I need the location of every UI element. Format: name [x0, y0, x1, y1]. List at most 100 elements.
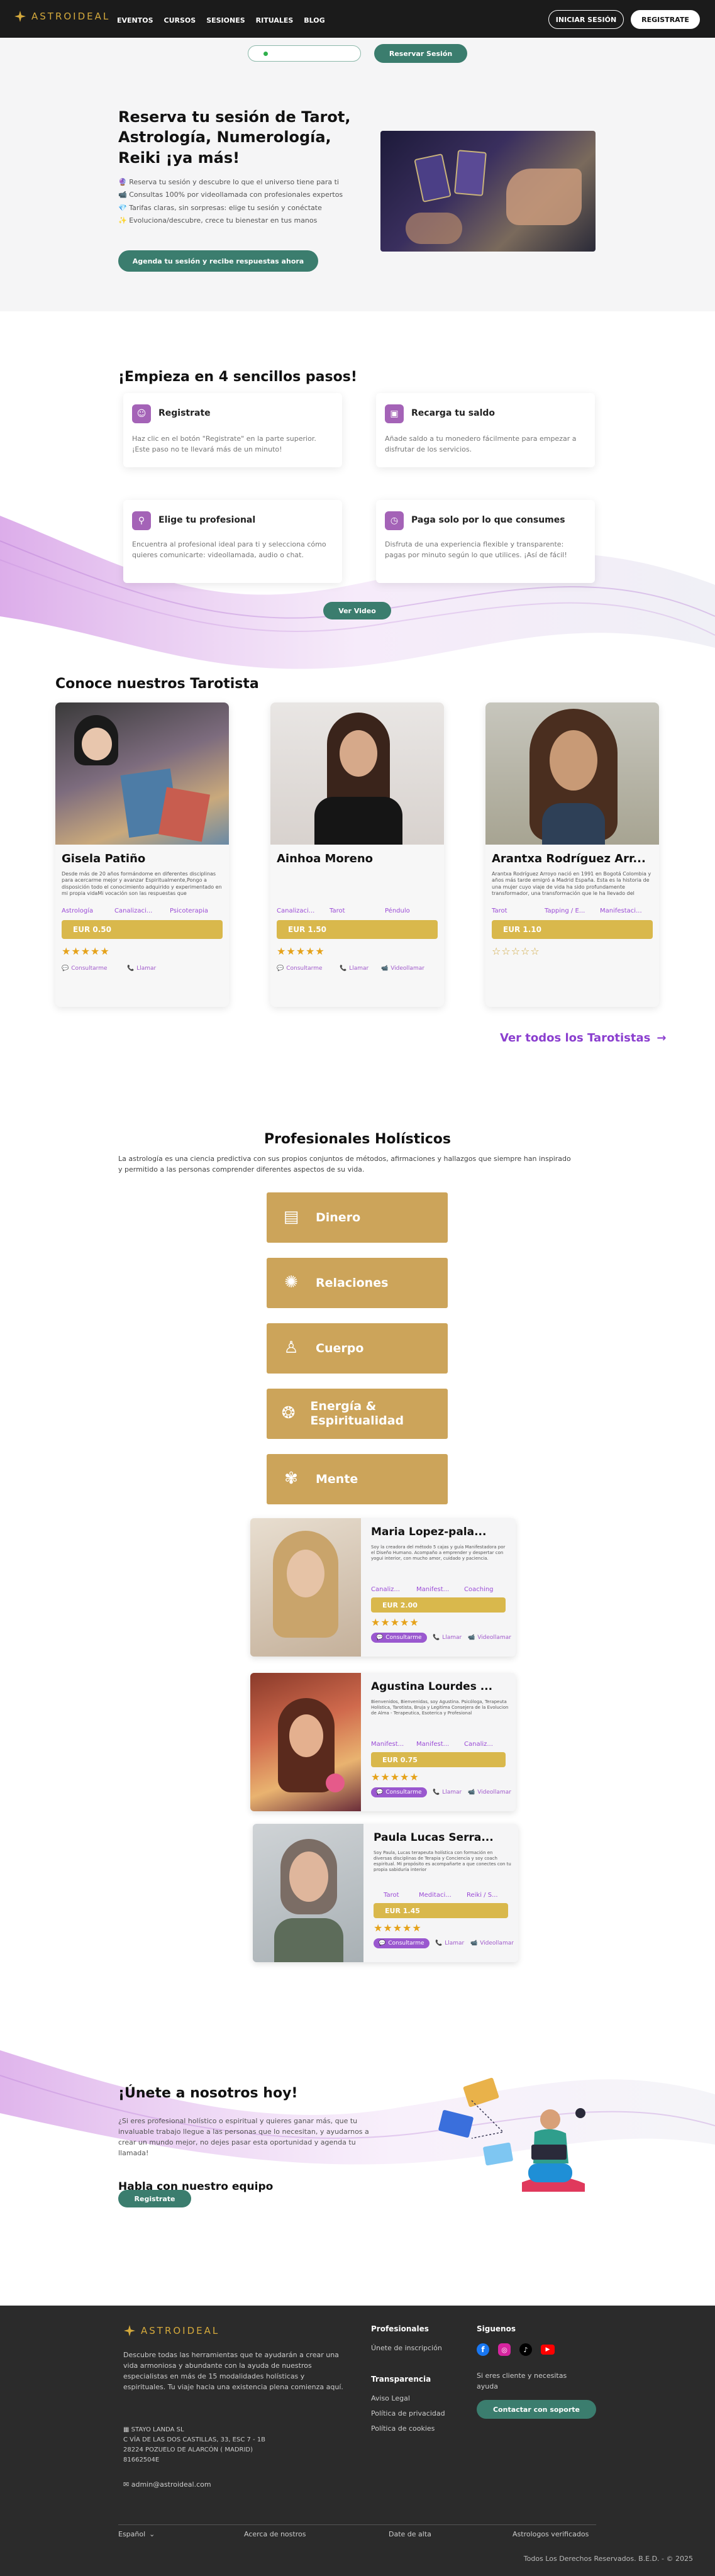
tiktok-icon[interactable]: ♪ [519, 2343, 532, 2356]
tag: Tapping / E... [545, 908, 585, 914]
footer-link[interactable]: Política de cookies [371, 2423, 435, 2436]
nav-eventos[interactable]: EVENTOS [117, 16, 153, 25]
register-button[interactable]: REGISTRATE [631, 10, 700, 29]
tag: Tarot [492, 908, 507, 914]
rating-stars: ★★★★★ [371, 1771, 419, 1783]
hero-bullet: 💎 Tarifas claras, sin sorpresas: elige t… [118, 203, 322, 212]
footer-link[interactable]: Política de privacidad [371, 2407, 445, 2421]
copyright: Todos Los Derechos Reservados. B.E.D. - … [523, 2555, 693, 2563]
steps-title: ¡Empieza en 4 sencillos pasos! [118, 369, 357, 385]
contact-support-button[interactable]: Contactar con soporte [477, 2400, 596, 2419]
tarotista-name: Arantxa Rodríguez Arr... [492, 852, 646, 865]
video-call-button[interactable]: 📹 Videollamar [470, 1940, 514, 1946]
wallet-icon: ▣ [385, 404, 404, 423]
professional-card[interactable]: Maria Lopez-pala... Soy la creadora del … [250, 1518, 516, 1657]
call-button[interactable]: 📞 Llamar [433, 1635, 462, 1641]
chat-button[interactable]: 💬 Consultarme [277, 965, 323, 972]
step-desc: Haz clic en el botón "Registrate" en la … [132, 435, 316, 454]
price-tag: EUR 0.50 [62, 920, 223, 939]
chat-button[interactable]: 💬 Consultarme [62, 965, 108, 972]
nav-cursos[interactable]: CURSOS [164, 16, 196, 25]
call-button[interactable]: 📞 Llamar [433, 1789, 462, 1796]
category-mente[interactable]: ✾ Mente [267, 1454, 448, 1504]
tarotista-card[interactable]: Ainhoa Moreno Canalizaci... Tarot Péndul… [270, 702, 444, 1007]
language-select[interactable]: Español ⌄ [118, 2528, 155, 2541]
facebook-icon[interactable]: f [477, 2343, 489, 2356]
login-button[interactable]: INICIAR SESIÓN [548, 10, 624, 29]
price-tag: EUR 1.45 [374, 1903, 508, 1918]
star-logo-icon [14, 11, 26, 22]
call-button[interactable]: 📞 Llamar [340, 965, 369, 972]
tag: Canalizaci... [277, 908, 315, 914]
footer-link[interactable]: Únete de inscripción [371, 2342, 442, 2355]
online-dot-icon [263, 52, 268, 56]
book-session-cta[interactable]: Agenda tu sesión y recibe respuestas aho… [118, 250, 318, 272]
building-icon: ▦ STAYO LANDA SL [123, 2426, 184, 2433]
tag: Péndulo [385, 908, 410, 914]
video-call-button[interactable]: 📹 Videollamar [468, 1789, 511, 1796]
logo-text: ASTROIDEAL [141, 2325, 220, 2336]
footer-logo[interactable]: ASTROIDEAL [123, 2324, 219, 2337]
purple-wave-decoration [0, 2050, 715, 2165]
nav-sesiones[interactable]: SESIONES [206, 16, 245, 25]
category-energia[interactable]: ❂ Energía & Espiritualidad [267, 1389, 448, 1439]
step-card: ☺ Registrate Haz clic en el botón "Regis… [123, 393, 342, 467]
tag: Psicoterapia [170, 908, 209, 914]
tag: Tarot [384, 1892, 399, 1899]
step-title: Paga solo por lo que consumes [411, 515, 565, 525]
tarotista-name: Gisela Patiño [62, 852, 146, 865]
youtube-icon[interactable]: ▶ [541, 2345, 555, 2355]
rating-stars: ★★★★★ [62, 945, 110, 957]
tag: Astrología [62, 908, 94, 914]
money-icon: ▤ [283, 1208, 299, 1227]
step-desc: Disfruta de una experiencia flexible y t… [385, 540, 567, 560]
mind-icon: ✾ [284, 1469, 298, 1489]
step-title: Recarga tu saldo [411, 408, 496, 418]
see-all-tarotistas-link[interactable]: Ver todos los Tarotistas → [500, 1031, 666, 1045]
instagram-icon[interactable]: ◎ [498, 2343, 511, 2356]
energy-icon: ❂ [281, 1404, 296, 1423]
video-call-button[interactable]: 📹 Videollamar [468, 1635, 511, 1641]
nav-blog[interactable]: BLOG [304, 16, 324, 25]
call-button[interactable]: 📞 Llamar [435, 1940, 464, 1946]
tarotista-photo [55, 702, 229, 845]
company-name: STAYO LANDA SL [131, 2426, 184, 2433]
call-button[interactable]: 📞 Llamar [127, 965, 156, 972]
footer-bottom-link[interactable]: Astrologos verificados [513, 2528, 589, 2541]
footer-bottom-link[interactable]: Date de alta [389, 2528, 431, 2541]
tarotista-card[interactable]: Gisela Patiño Desde más de 20 años formá… [55, 702, 229, 1007]
professional-name: Maria Lopez-pala... [371, 1526, 487, 1538]
category-relaciones[interactable]: ✺ Relaciones [267, 1258, 448, 1308]
step-card: ◷ Paga solo por lo que consumes Disfruta… [376, 500, 595, 583]
watch-video-button[interactable]: Ver Video [323, 602, 391, 619]
reserve-session-button[interactable]: Reservar Sesión [374, 44, 467, 63]
chat-button[interactable]: 💬 Consultarme [371, 1787, 427, 1797]
footer-link[interactable]: Aviso Legal [371, 2392, 410, 2406]
hero-bullet: 🔮 Reserva tu sesión y descubre lo que el… [118, 178, 339, 186]
chat-icon: 💬 [62, 965, 69, 972]
video-icon: 📹 [470, 1940, 478, 1946]
join-title: ¡Únete a nosotros hoy! [118, 2085, 298, 2101]
footer-email[interactable]: ✉ admin@astroideal.com [123, 2480, 211, 2489]
main-nav: EVENTOS CURSOS SESIONES RITUALES BLOG [117, 16, 325, 25]
site-logo[interactable]: ASTROIDEAL [14, 10, 110, 23]
footer-desc: Descubre todas las herramientas que te a… [123, 2351, 343, 2392]
tarotista-card[interactable]: Arantxa Rodríguez Arr... Arantxa Rodrígu… [485, 702, 659, 1007]
footer-bottom-link[interactable]: Acerca de nostros [244, 2528, 306, 2541]
category-cuerpo[interactable]: ♙ Cuerpo [267, 1323, 448, 1374]
join-register-button[interactable]: Registrate [118, 2190, 191, 2207]
category-dinero[interactable]: ▤ Dinero [267, 1192, 448, 1243]
professional-card[interactable]: Paula Lucas Serra... Soy Paula, Lucas te… [253, 1824, 518, 1962]
professional-card[interactable]: Agustina Lourdes ... Bienvenidos, Bienve… [250, 1673, 516, 1811]
nav-rituales[interactable]: RITUALES [256, 16, 294, 25]
price-tag: EUR 2.00 [371, 1597, 506, 1613]
step-title: Elige tu profesional [158, 515, 256, 525]
phone-icon: 📞 [433, 1789, 440, 1796]
chat-button[interactable]: 💬 Consultarme [374, 1938, 430, 1948]
tarotista-photo [270, 702, 444, 845]
video-call-button[interactable]: 📹 Videollamar [381, 965, 424, 972]
session-selector[interactable] [248, 45, 361, 62]
rating-stars: ☆☆☆☆☆ [492, 945, 540, 957]
chat-button[interactable]: 💬 Consultarme [371, 1633, 427, 1643]
hero-bullet: 📹 Consultas 100% por videollamada con pr… [118, 191, 343, 199]
